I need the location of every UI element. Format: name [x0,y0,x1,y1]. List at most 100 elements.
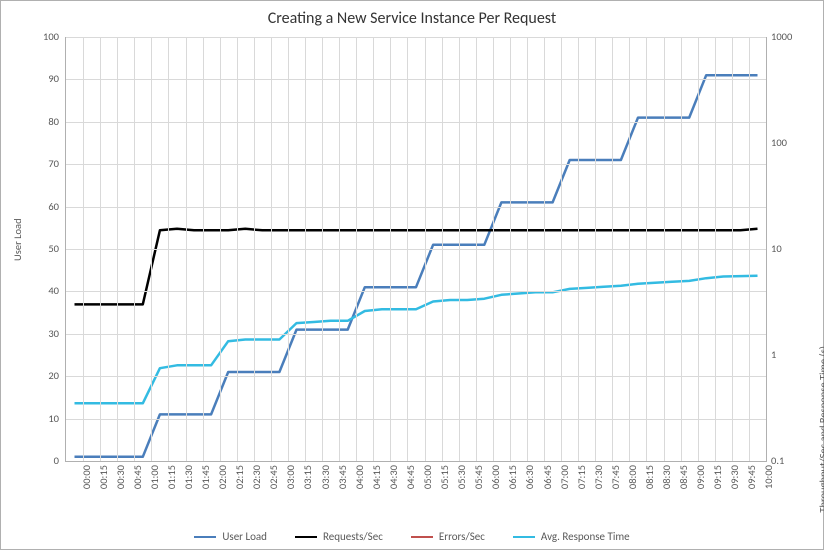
x-tick: 06:00 [489,465,502,495]
y-left-tick: 0 [54,454,59,467]
legend-swatch [513,536,535,538]
gridline-v [339,37,340,461]
legend-item: Avg. Response Time [513,530,630,543]
x-tick: 03:45 [336,465,349,495]
legend-swatch [295,536,317,538]
y-right-tick: 1 [771,348,776,361]
legend-label: Errors/Sec [439,530,485,543]
gridline-h [66,122,766,123]
gridline-v [83,37,84,461]
legend: User Load Requests/Sec Errors/Sec Avg. Resp… [1,530,823,543]
x-tick: 07:00 [558,465,571,495]
series-avg-response-time [75,276,758,404]
y-left-axis-label: User Load [11,218,24,261]
y-left-tick: 90 [48,72,59,85]
x-tick: 05:45 [472,465,485,495]
series-user-load [75,75,758,457]
x-tick: 06:30 [523,465,536,495]
legend-label: Avg. Response Time [541,530,630,543]
gridline-v [595,37,596,461]
gridline-v [646,37,647,461]
y-right-tick: 1000 [771,30,792,43]
y-right-axis-label: Throughput/Sec and Response Time (s) [817,346,824,513]
gridline-v [544,37,545,461]
gridline-v [373,37,374,461]
x-tick: 09:00 [694,465,707,495]
legend-item: Errors/Sec [411,530,485,543]
legend-swatch [194,536,216,538]
gridline-v [186,37,187,461]
gridline-v [288,37,289,461]
gridline-h [66,291,766,292]
x-tick: 01:30 [182,465,195,495]
y-left-tick: 40 [48,284,59,297]
gridline-v [220,37,221,461]
gridline-v [442,37,443,461]
y-left-tick: 20 [48,369,59,382]
x-tick: 10:00 [762,465,775,495]
x-tick: 00:30 [114,465,127,495]
x-tick: 01:45 [199,465,212,495]
y-left-tick: 60 [48,200,59,213]
gridline-v [203,37,204,461]
gridline-v [100,37,101,461]
y-left-tick: 30 [48,327,59,340]
x-tick: 04:00 [353,465,366,495]
x-tick: 06:15 [506,465,519,495]
gridline-h [66,334,766,335]
x-tick: 07:30 [592,465,605,495]
legend-swatch [411,536,433,538]
gridline-v [356,37,357,461]
x-tick: 01:15 [165,465,178,495]
gridline-v [476,37,477,461]
gridline-v [681,37,682,461]
legend-label: User Load [222,530,267,543]
y-left-tick: 80 [48,115,59,128]
y-right-tick: 100 [771,136,787,149]
series-requests-sec [75,229,758,305]
gridline-h [66,376,766,377]
x-tick: 07:45 [609,465,622,495]
gridline-v [407,37,408,461]
gridline-v [578,37,579,461]
gridline-v [425,37,426,461]
legend-item: Requests/Sec [295,530,383,543]
gridline-v [612,37,613,461]
gridline-v [510,37,511,461]
x-tick: 02:30 [250,465,263,495]
gridline-v [151,37,152,461]
x-tick: 05:30 [455,465,468,495]
gridline-h [66,419,766,420]
gridline-v [117,37,118,461]
plot-area [65,37,767,462]
x-tick: 00:45 [131,465,144,495]
x-tick: 02:45 [267,465,280,495]
x-tick: 03:15 [301,465,314,495]
x-tick: 00:15 [97,465,110,495]
x-tick: 08:30 [660,465,673,495]
legend-item: User Load [194,530,267,543]
gridline-v [664,37,665,461]
gridline-h [66,249,766,250]
gridline-h [66,207,766,208]
x-tick: 04:30 [387,465,400,495]
legend-label: Requests/Sec [323,530,383,543]
gridline-v [459,37,460,461]
y-left-tick: 100 [43,30,59,43]
gridline-h [66,37,766,38]
x-tick: 02:00 [216,465,229,495]
gridline-v [527,37,528,461]
gridline-h [66,164,766,165]
x-tick: 09:45 [745,465,758,495]
x-tick: 07:15 [575,465,588,495]
x-tick: 01:00 [148,465,161,495]
x-tick: 06:45 [541,465,554,495]
gridline-v [715,37,716,461]
gridline-v [732,37,733,461]
x-tick: 00:00 [80,465,93,495]
gridline-v [254,37,255,461]
gridline-v [493,37,494,461]
gridline-v [271,37,272,461]
x-tick: 08:15 [643,465,656,495]
gridline-v [305,37,306,461]
